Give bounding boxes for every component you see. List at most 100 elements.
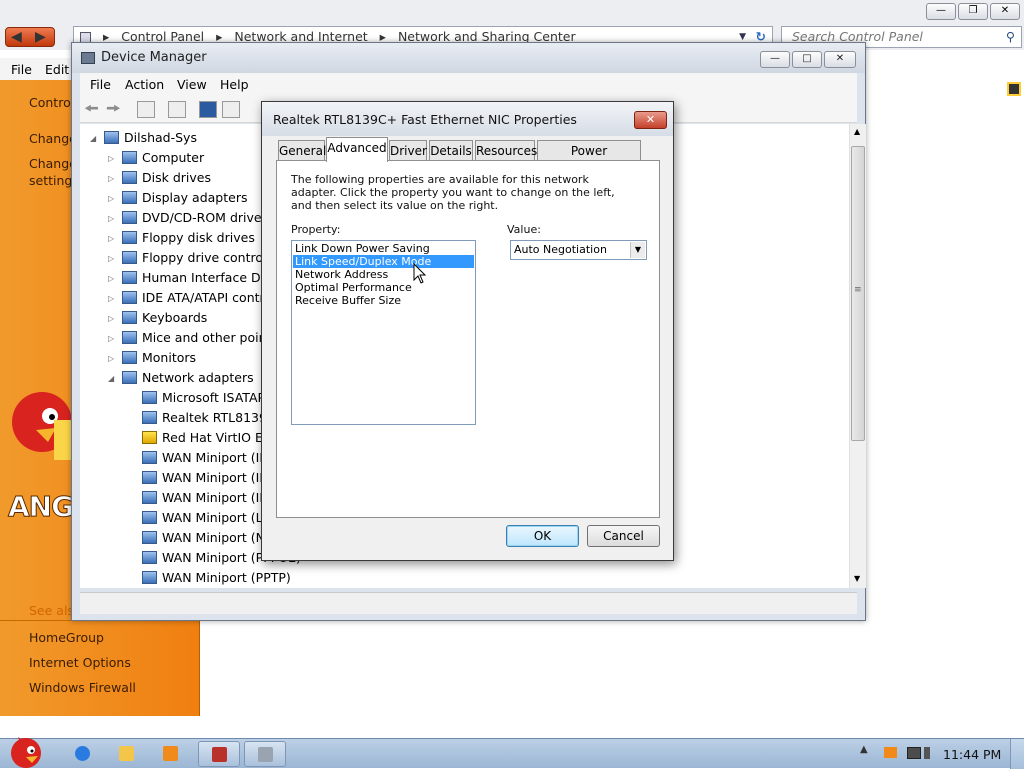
floppy-disk-icon xyxy=(122,231,137,244)
tab-driver[interactable]: Driver xyxy=(389,140,427,161)
tree-category-item[interactable]: ▷ Keyboards xyxy=(108,308,207,328)
property-listbox[interactable]: Link Down Power Saving Link Speed/Duplex … xyxy=(291,240,476,425)
sidebar-link-homegroup[interactable]: HomeGroup xyxy=(29,630,104,645)
dialog-titlebar: Realtek RTL8139C+ Fast Ethernet NIC Prop… xyxy=(262,102,673,136)
property-list-item[interactable]: Network Address xyxy=(293,268,474,281)
toolbar-back-icon[interactable]: 🠘 xyxy=(84,99,99,119)
tab-power-management[interactable]: Power Management xyxy=(537,140,641,178)
sidebar-link-change-adapter[interactable]: Change xyxy=(29,131,77,146)
sidebar-link-windows-firewall[interactable]: Windows Firewall xyxy=(29,680,136,695)
tree-category-item[interactable]: ▷ DVD/CD-ROM drives xyxy=(108,208,268,228)
scroll-down-icon[interactable]: ▼ xyxy=(854,574,860,583)
property-list-item[interactable]: Optimal Performance xyxy=(293,281,474,294)
tree-category-item[interactable]: ▷ Computer xyxy=(108,148,204,168)
tree-category-item[interactable]: ◢ Network adapters xyxy=(108,368,254,388)
expand-arrow-icon[interactable]: ▷ xyxy=(108,169,118,189)
network-tray-icon[interactable] xyxy=(907,747,921,759)
tree-network-adapter-item[interactable]: WAN Miniport (IP) xyxy=(142,468,272,488)
expand-arrow-icon[interactable]: ▷ xyxy=(108,229,118,249)
computer-icon xyxy=(122,151,137,164)
device-tree-scrollbar[interactable]: ▲ ≡ ▼ xyxy=(849,124,866,588)
tree-category-label: Keyboards xyxy=(142,310,208,325)
tree-category-item[interactable]: ▷ Disk drives xyxy=(108,168,211,188)
taskbar-internet-explorer[interactable] xyxy=(64,741,100,767)
back-arrow-icon[interactable]: ◀ xyxy=(11,29,22,45)
taskbar-clock[interactable]: 11:44 PM xyxy=(943,747,1001,762)
property-list-item[interactable]: Link Speed/Duplex Mode xyxy=(293,255,474,268)
dm-close-button[interactable]: ✕ xyxy=(824,51,856,68)
expand-arrow-icon[interactable]: ▷ xyxy=(108,349,118,369)
expand-arrow-icon[interactable]: ▷ xyxy=(108,289,118,309)
expand-arrow-icon[interactable]: ▷ xyxy=(108,269,118,289)
tree-adapter-label: WAN Miniport (PPTP) xyxy=(162,570,291,585)
collapse-arrow-icon[interactable]: ◢ xyxy=(108,369,118,389)
tab-advanced[interactable]: Advanced xyxy=(326,137,388,162)
forward-arrow-icon[interactable]: ▶ xyxy=(35,29,46,45)
tree-category-label: Computer xyxy=(142,150,205,165)
toolbar-help-icon[interactable] xyxy=(199,101,217,118)
display-adapter-icon xyxy=(122,191,137,204)
taskbar-control-panel[interactable] xyxy=(244,741,286,767)
toolbar-forward-icon[interactable]: 🠚 xyxy=(106,99,121,119)
dm-menu-file[interactable]: File xyxy=(90,77,111,92)
sidebar-link-control-panel-home[interactable]: Control xyxy=(29,95,74,110)
ok-button[interactable]: OK xyxy=(506,525,579,547)
tree-category-item[interactable]: ▷ Monitors xyxy=(108,348,196,368)
network-adapter-icon xyxy=(142,451,157,464)
tree-category-label: Disk drives xyxy=(142,170,211,185)
property-list-item[interactable]: Link Down Power Saving xyxy=(293,242,474,255)
show-desktop-button[interactable] xyxy=(1010,739,1024,769)
search-icon[interactable]: ⚲ xyxy=(1006,27,1015,47)
dm-minimize-button[interactable]: — xyxy=(760,51,790,68)
expand-arrow-icon[interactable]: ▷ xyxy=(108,329,118,349)
cp-menu-edit[interactable]: Edit xyxy=(45,62,69,77)
angry-bird-wallpaper-image: ANGI xyxy=(6,350,84,530)
dialog-close-button[interactable]: ✕ xyxy=(634,111,667,129)
disk-drive-icon xyxy=(122,171,137,184)
sidebar-link-internet-options[interactable]: Internet Options xyxy=(29,655,131,670)
tab-details[interactable]: Details xyxy=(429,140,473,161)
taskbar-explorer[interactable] xyxy=(108,741,144,767)
taskbar-media-player[interactable] xyxy=(152,741,188,767)
toolbar-view-icon[interactable] xyxy=(222,101,240,118)
tree-category-label: Floppy disk drives xyxy=(142,230,255,245)
cp-close-button[interactable]: ✕ xyxy=(990,3,1020,20)
cp-minimize-button[interactable]: — xyxy=(926,3,956,20)
dm-menu-action[interactable]: Action xyxy=(125,77,164,92)
cancel-button[interactable]: Cancel xyxy=(587,525,660,547)
back-forward-buttons[interactable]: ◀ ▶ xyxy=(5,27,55,47)
cp-restore-button[interactable]: ❐ xyxy=(958,3,988,20)
help-icon[interactable] xyxy=(1007,82,1021,96)
taskbar-device-manager[interactable] xyxy=(198,741,240,767)
expand-arrow-icon[interactable]: ▷ xyxy=(108,209,118,229)
start-button[interactable] xyxy=(4,731,48,769)
property-list-item[interactable]: Receive Buffer Size xyxy=(293,294,474,307)
dm-maximize-button[interactable]: □ xyxy=(792,51,822,68)
collapse-arrow-icon[interactable]: ◢ xyxy=(90,129,100,149)
value-dropdown[interactable]: Auto Negotiation ▼ xyxy=(510,240,647,260)
toolbar-properties-icon[interactable] xyxy=(137,101,155,118)
scrollbar-thumb[interactable]: ≡ xyxy=(851,146,865,441)
tree-category-item[interactable]: ▷ Floppy disk drives xyxy=(108,228,255,248)
chevron-down-icon[interactable]: ▼ xyxy=(630,242,645,258)
tree-root-computer[interactable]: ◢ Dilshad-Sys xyxy=(90,128,197,148)
tab-resources[interactable]: Resources xyxy=(475,140,537,161)
dm-menu-view[interactable]: View xyxy=(177,77,207,92)
internet-explorer-icon xyxy=(75,746,90,761)
tab-general[interactable]: General xyxy=(278,140,326,161)
value-label: Value: xyxy=(507,223,541,236)
tree-network-adapter-item[interactable]: WAN Miniport (PPTP) xyxy=(142,568,291,588)
volume-icon[interactable] xyxy=(924,747,930,759)
sidebar-link-change-advanced[interactable]: Change xyxy=(29,156,77,171)
show-hidden-icons-icon[interactable]: ▲ xyxy=(860,744,868,755)
cp-menu-file[interactable]: File xyxy=(11,62,32,77)
toolbar-page-icon[interactable] xyxy=(168,101,186,118)
scroll-up-icon[interactable]: ▲ xyxy=(854,127,860,136)
expand-arrow-icon[interactable]: ▷ xyxy=(108,249,118,269)
expand-arrow-icon[interactable]: ▷ xyxy=(108,309,118,329)
dm-menu-help[interactable]: Help xyxy=(220,77,249,92)
action-center-flag-icon[interactable] xyxy=(884,747,897,758)
tree-category-item[interactable]: ▷ Display adapters xyxy=(108,188,247,208)
expand-arrow-icon[interactable]: ▷ xyxy=(108,189,118,209)
expand-arrow-icon[interactable]: ▷ xyxy=(108,149,118,169)
